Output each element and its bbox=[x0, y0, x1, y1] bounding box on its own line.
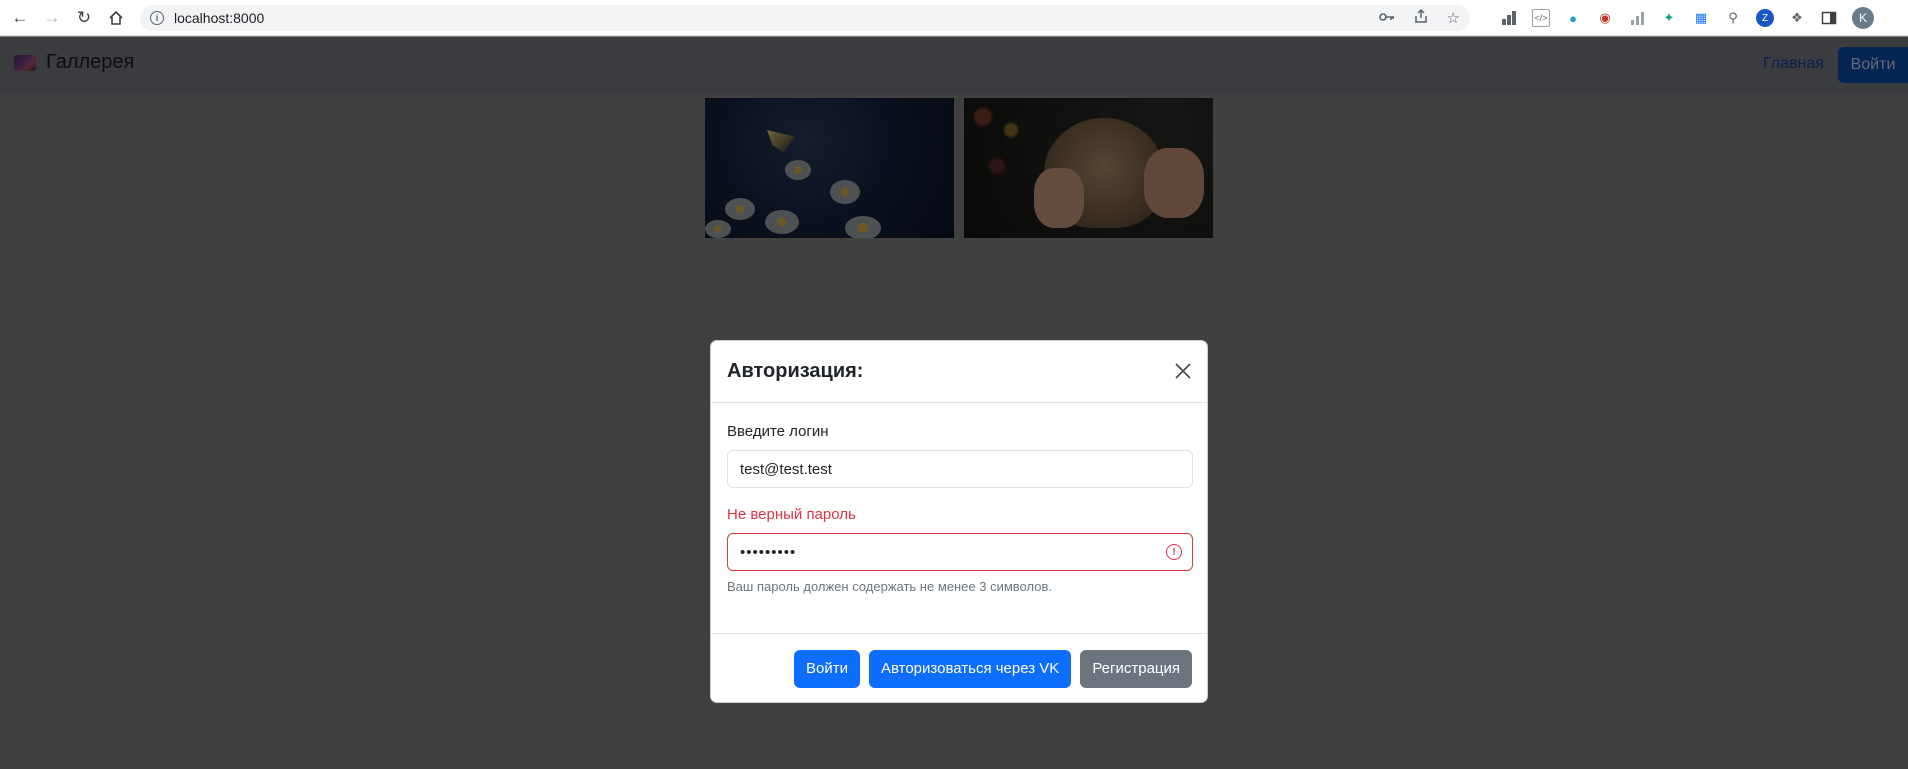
sidebar-icon[interactable] bbox=[1820, 9, 1838, 27]
address-bar[interactable]: i localhost:8000 ☆ bbox=[140, 5, 1470, 31]
forward-icon[interactable]: → bbox=[36, 0, 68, 36]
code-icon[interactable]: </> bbox=[1532, 9, 1550, 27]
home-icon[interactable] bbox=[100, 0, 132, 36]
vk-login-button[interactable]: Авторизоваться через VK bbox=[868, 649, 1072, 688]
browser-toolbar: ← → ↻ i localhost:8000 ☆ </> ● ◉ ✦ ▦ ⚲ Z bbox=[0, 0, 1908, 36]
key-icon[interactable] bbox=[1378, 10, 1395, 27]
profile-avatar[interactable]: K bbox=[1852, 7, 1874, 29]
error-icon: ! bbox=[1166, 544, 1182, 560]
url-text: localhost:8000 bbox=[174, 10, 265, 26]
modal-header: Авторизация: bbox=[711, 341, 1207, 403]
bird-icon[interactable]: ● bbox=[1564, 9, 1582, 27]
modal-title: Авторизация: bbox=[727, 360, 864, 382]
modal-footer: Войти Авторизоваться через VK Регистраци… bbox=[711, 633, 1207, 703]
back-icon[interactable]: ← bbox=[4, 0, 36, 36]
submit-login-button[interactable]: Войти bbox=[794, 649, 860, 688]
password-input[interactable]: ••••••••• ! bbox=[727, 533, 1193, 571]
close-icon[interactable] bbox=[1173, 361, 1193, 381]
bookmark-star-icon[interactable]: ☆ bbox=[1447, 9, 1460, 27]
share-icon[interactable] bbox=[1413, 8, 1429, 28]
chart-icon[interactable] bbox=[1628, 9, 1646, 27]
mask-icon[interactable]: ◉ bbox=[1596, 9, 1614, 27]
reload-icon[interactable]: ↻ bbox=[68, 0, 100, 36]
register-button[interactable]: Регистрация bbox=[1080, 649, 1192, 688]
window-icon[interactable]: ▦ bbox=[1692, 9, 1710, 27]
login-modal: Авторизация: Введите логин test@test.tes… bbox=[710, 340, 1208, 703]
site-info-icon[interactable]: i bbox=[150, 11, 164, 25]
password-error-label: Не верный пароль bbox=[727, 506, 856, 523]
translate-icon[interactable]: Z bbox=[1756, 9, 1774, 27]
login-input[interactable]: test@test.test bbox=[727, 450, 1193, 488]
login-label: Введите логин bbox=[727, 423, 829, 440]
password-help-text: Ваш пароль должен содержать не менее 3 с… bbox=[727, 579, 1052, 594]
login-value: test@test.test bbox=[740, 460, 832, 478]
puzzle-icon[interactable]: ❖ bbox=[1788, 9, 1806, 27]
extensions-bar: </> ● ◉ ✦ ▦ ⚲ Z ❖ K bbox=[1500, 0, 1874, 36]
zoom-icon[interactable]: ⚲ bbox=[1724, 9, 1742, 27]
password-value: ••••••••• bbox=[740, 543, 797, 561]
stats-icon[interactable] bbox=[1500, 9, 1518, 27]
fork-icon[interactable]: ✦ bbox=[1660, 9, 1678, 27]
modal-body: Введите логин test@test.test Не верный п… bbox=[711, 403, 1207, 610]
